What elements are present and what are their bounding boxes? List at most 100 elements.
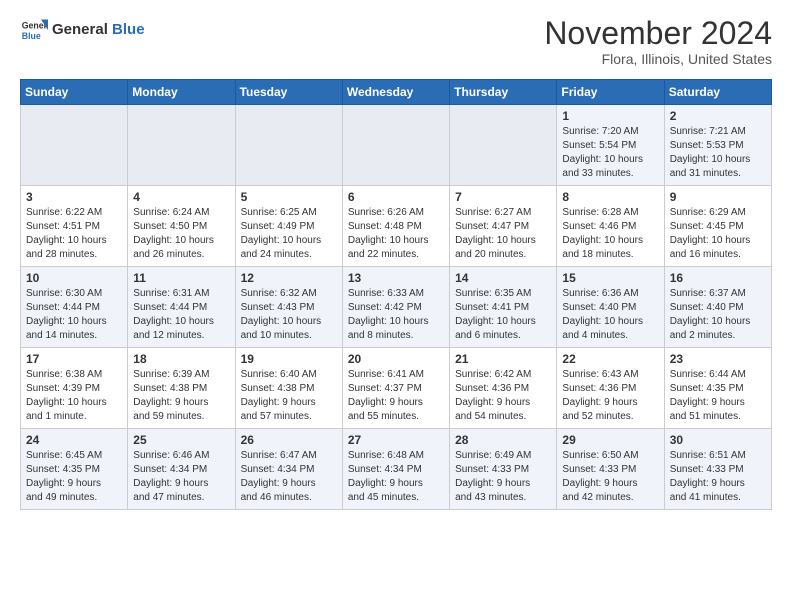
day-info: Sunrise: 6:46 AM Sunset: 4:34 PM Dayligh… [133,449,229,505]
day-info: Sunrise: 6:47 AM Sunset: 4:34 PM Dayligh… [241,449,337,505]
month-title: November 2024 [544,16,772,51]
day-number: 14 [455,271,551,285]
location: Flora, Illinois, United States [544,51,772,67]
day-info: Sunrise: 6:30 AM Sunset: 4:44 PM Dayligh… [26,287,122,343]
calendar-day-cell: 8 Sunrise: 6:28 AM Sunset: 4:46 PM Daylig… [557,186,664,267]
day-number: 21 [455,352,551,366]
calendar-day-cell: 26Sunrise: 6:47 AM Sunset: 4:34 PM Dayli… [235,429,342,510]
day-number: 22 [562,352,658,366]
calendar-day-cell: 4 Sunrise: 6:24 AM Sunset: 4:50 PM Daylig… [128,186,235,267]
calendar-week-row: 24 Sunrise: 6:45 AM Sunset: 4:35 PM Dayli… [21,429,772,510]
logo-general: General [52,21,108,38]
day-number: 5 [241,190,337,204]
day-info: Sunrise: 6:43 AM Sunset: 4:36 PM Dayligh… [562,368,658,424]
day-number: 2 [670,109,766,123]
day-info: Sunrise: 6:32 AM Sunset: 4:43 PM Dayligh… [241,287,337,343]
calendar-day-cell: 17Sunrise: 6:38 AM Sunset: 4:39 PM Dayli… [21,348,128,429]
day-info: Sunrise: 6:51 AM Sunset: 4:33 PM Dayligh… [670,449,766,505]
day-info: Sunrise: 6:24 AM Sunset: 4:50 PM Dayligh… [133,206,229,262]
header: General Blue General Blue November 2024 … [20,16,772,67]
day-number: 6 [348,190,444,204]
day-info: Sunrise: 6:26 AM Sunset: 4:48 PM Dayligh… [348,206,444,262]
calendar-day-cell: 23 Sunrise: 6:44 AM Sunset: 4:35 PM Dayli… [664,348,771,429]
day-number: 11 [133,271,229,285]
calendar-day-cell: 12 Sunrise: 6:32 AM Sunset: 4:43 PM Dayli… [235,267,342,348]
day-number: 17 [26,352,122,366]
day-info: Sunrise: 6:39 AM Sunset: 4:38 PM Dayligh… [133,368,229,424]
calendar-day-cell: 16 Sunrise: 6:37 AM Sunset: 4:40 PM Dayli… [664,267,771,348]
day-number: 24 [26,433,122,447]
day-info: Sunrise: 7:20 AM Sunset: 5:54 PM Dayligh… [562,125,658,181]
day-info: Sunrise: 6:35 AM Sunset: 4:41 PM Dayligh… [455,287,551,343]
day-info: Sunrise: 6:48 AM Sunset: 4:34 PM Dayligh… [348,449,444,505]
day-info: Sunrise: 6:42 AM Sunset: 4:36 PM Dayligh… [455,368,551,424]
calendar-day-cell: 25Sunrise: 6:46 AM Sunset: 4:34 PM Dayli… [128,429,235,510]
weekday-header: Saturday [664,80,771,105]
calendar-day-cell [21,105,128,186]
day-number: 4 [133,190,229,204]
calendar-day-cell: 1 Sunrise: 7:20 AM Sunset: 5:54 PM Daylig… [557,105,664,186]
calendar-day-cell: 29 Sunrise: 6:50 AM Sunset: 4:33 PM Dayli… [557,429,664,510]
day-info: Sunrise: 6:31 AM Sunset: 4:44 PM Dayligh… [133,287,229,343]
day-number: 28 [455,433,551,447]
day-number: 1 [562,109,658,123]
calendar-week-row: 10 Sunrise: 6:30 AM Sunset: 4:44 PM Dayli… [21,267,772,348]
calendar-day-cell: 22 Sunrise: 6:43 AM Sunset: 4:36 PM Dayli… [557,348,664,429]
day-number: 23 [670,352,766,366]
calendar-day-cell [235,105,342,186]
day-number: 10 [26,271,122,285]
day-info: Sunrise: 6:25 AM Sunset: 4:49 PM Dayligh… [241,206,337,262]
day-info: Sunrise: 6:27 AM Sunset: 4:47 PM Dayligh… [455,206,551,262]
title-block: November 2024 Flora, Illinois, United St… [544,16,772,67]
day-number: 19 [241,352,337,366]
calendar-day-cell [450,105,557,186]
day-number: 16 [670,271,766,285]
calendar-day-cell: 3Sunrise: 6:22 AM Sunset: 4:51 PM Daylig… [21,186,128,267]
calendar-day-cell: 14 Sunrise: 6:35 AM Sunset: 4:41 PM Dayli… [450,267,557,348]
calendar-day-cell: 30 Sunrise: 6:51 AM Sunset: 4:33 PM Dayli… [664,429,771,510]
day-info: Sunrise: 6:28 AM Sunset: 4:46 PM Dayligh… [562,206,658,262]
calendar-week-row: 3Sunrise: 6:22 AM Sunset: 4:51 PM Daylig… [21,186,772,267]
day-info: Sunrise: 6:36 AM Sunset: 4:40 PM Dayligh… [562,287,658,343]
calendar-header-row: SundayMondayTuesdayWednesdayThursdayFrid… [21,80,772,105]
calendar-day-cell: 28Sunrise: 6:49 AM Sunset: 4:33 PM Dayli… [450,429,557,510]
logo-blue: Blue [112,21,145,38]
day-number: 18 [133,352,229,366]
day-number: 29 [562,433,658,447]
weekday-header: Wednesday [342,80,449,105]
day-number: 27 [348,433,444,447]
weekday-header: Sunday [21,80,128,105]
logo-icon: General Blue [20,16,48,44]
calendar-day-cell: 9Sunrise: 6:29 AM Sunset: 4:45 PM Daylig… [664,186,771,267]
calendar-day-cell [128,105,235,186]
day-info: Sunrise: 6:37 AM Sunset: 4:40 PM Dayligh… [670,287,766,343]
day-info: Sunrise: 7:21 AM Sunset: 5:53 PM Dayligh… [670,125,766,181]
day-info: Sunrise: 6:44 AM Sunset: 4:35 PM Dayligh… [670,368,766,424]
day-info: Sunrise: 6:45 AM Sunset: 4:35 PM Dayligh… [26,449,122,505]
calendar-day-cell: 6 Sunrise: 6:26 AM Sunset: 4:48 PM Daylig… [342,186,449,267]
day-number: 30 [670,433,766,447]
day-number: 7 [455,190,551,204]
day-info: Sunrise: 6:50 AM Sunset: 4:33 PM Dayligh… [562,449,658,505]
day-number: 8 [562,190,658,204]
calendar-day-cell: 10 Sunrise: 6:30 AM Sunset: 4:44 PM Dayli… [21,267,128,348]
weekday-header: Thursday [450,80,557,105]
calendar-day-cell: 19 Sunrise: 6:40 AM Sunset: 4:38 PM Dayli… [235,348,342,429]
calendar-day-cell: 21 Sunrise: 6:42 AM Sunset: 4:36 PM Dayli… [450,348,557,429]
day-number: 13 [348,271,444,285]
day-number: 20 [348,352,444,366]
calendar-day-cell: 18 Sunrise: 6:39 AM Sunset: 4:38 PM Dayli… [128,348,235,429]
day-info: Sunrise: 6:22 AM Sunset: 4:51 PM Dayligh… [26,206,122,262]
day-info: Sunrise: 6:33 AM Sunset: 4:42 PM Dayligh… [348,287,444,343]
day-number: 12 [241,271,337,285]
calendar: SundayMondayTuesdayWednesdayThursdayFrid… [20,79,772,510]
day-info: Sunrise: 6:29 AM Sunset: 4:45 PM Dayligh… [670,206,766,262]
weekday-header: Monday [128,80,235,105]
day-number: 15 [562,271,658,285]
weekday-header: Friday [557,80,664,105]
calendar-week-row: 1 Sunrise: 7:20 AM Sunset: 5:54 PM Daylig… [21,105,772,186]
day-info: Sunrise: 6:40 AM Sunset: 4:38 PM Dayligh… [241,368,337,424]
calendar-day-cell [342,105,449,186]
calendar-day-cell: 24 Sunrise: 6:45 AM Sunset: 4:35 PM Dayli… [21,429,128,510]
logo: General Blue General Blue [20,16,145,44]
